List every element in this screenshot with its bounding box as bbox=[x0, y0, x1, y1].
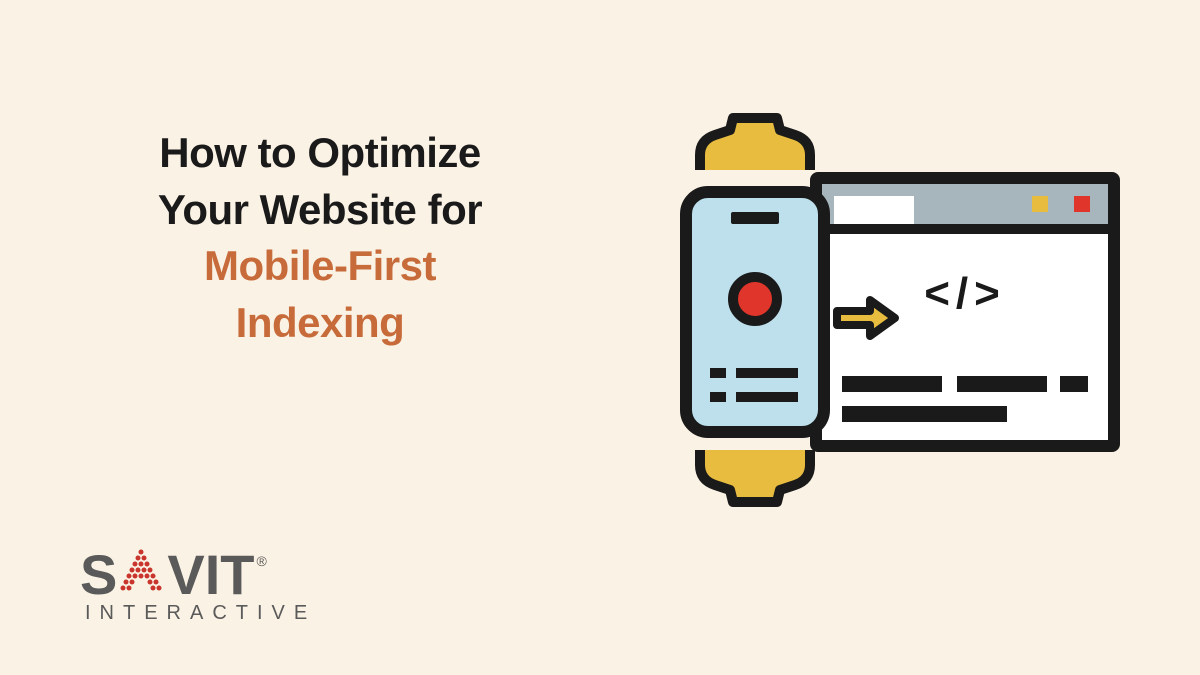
logo-subtitle: INTERACTIVE bbox=[85, 602, 340, 625]
browser-content-line bbox=[957, 376, 1047, 392]
hero-illustration: </> bbox=[600, 100, 1120, 520]
browser-tab bbox=[834, 196, 914, 224]
mobile-phone-icon bbox=[680, 186, 830, 438]
browser-content-line bbox=[1060, 376, 1088, 392]
logo-letter-t: T bbox=[220, 542, 252, 607]
logo-wordmark: S V I T ® bbox=[80, 542, 340, 607]
heading-line-2: Your Website for bbox=[100, 182, 540, 239]
gear-bottom-icon bbox=[685, 450, 825, 510]
browser-content-line bbox=[842, 406, 1007, 422]
browser-close-icon bbox=[1074, 196, 1090, 212]
heading-line-4: Indexing bbox=[100, 295, 540, 352]
logo-letter-s: S bbox=[80, 542, 115, 607]
phone-content-line bbox=[736, 368, 798, 378]
phone-speaker bbox=[731, 212, 779, 224]
heading-line-1: How to Optimize bbox=[100, 125, 540, 182]
main-heading: How to Optimize Your Website for Mobile-… bbox=[100, 125, 540, 352]
arrow-right-icon bbox=[832, 295, 902, 341]
browser-minimize-icon bbox=[1032, 196, 1048, 212]
heading-line-3: Mobile-First bbox=[100, 238, 540, 295]
gear-top-icon bbox=[685, 110, 825, 170]
phone-record-button bbox=[728, 272, 782, 326]
phone-content-line bbox=[736, 392, 798, 402]
phone-content-line bbox=[710, 368, 726, 378]
registered-trademark: ® bbox=[257, 553, 267, 569]
brand-logo: S V I T ® INTERACTIVE bbox=[80, 542, 340, 625]
logo-letter-i: I bbox=[205, 542, 219, 607]
browser-content-line bbox=[842, 376, 942, 392]
phone-content-line bbox=[710, 392, 726, 402]
browser-title-bar bbox=[822, 184, 1108, 234]
logo-letter-a-icon bbox=[119, 546, 163, 594]
logo-letter-v: V bbox=[167, 542, 202, 607]
